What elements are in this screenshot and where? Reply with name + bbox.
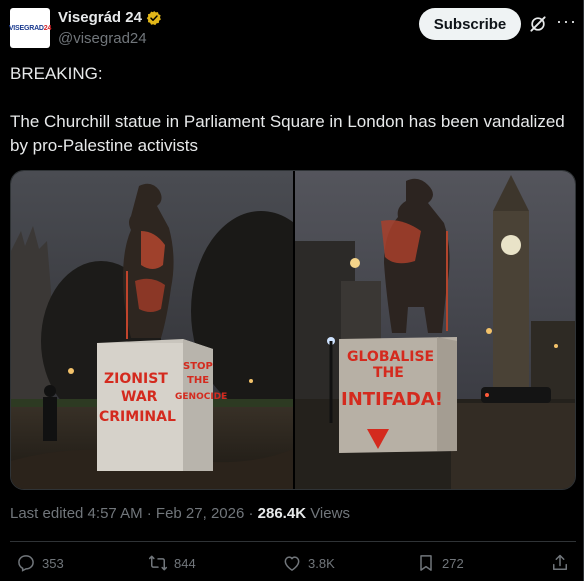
graffiti-intifada: INTIFADA! <box>341 389 443 410</box>
post-media[interactable]: ZIONIST WAR CRIMINAL STOP THE GENOCIDE G… <box>10 170 576 490</box>
display-name-text[interactable]: Visegrád 24 <box>58 9 142 26</box>
avatar-logo: VISEGRAD24 <box>8 24 52 32</box>
reply-button[interactable]: 353 <box>16 553 64 573</box>
views-label: Views <box>306 505 350 522</box>
graffiti-the-right: THE <box>373 365 404 381</box>
verified-badge-icon <box>146 10 161 25</box>
action-bar: 353 844 3.8K 272 <box>0 553 584 579</box>
graffiti-zionist: ZIONIST <box>104 371 168 387</box>
divider <box>10 541 576 542</box>
graffiti-globalise: GLOBALISE <box>347 349 434 365</box>
handle[interactable]: @visegrad24 <box>58 30 147 47</box>
repost-count: 844 <box>174 555 196 571</box>
graffiti-genocide: GENOCIDE <box>175 392 227 402</box>
graffiti-criminal: CRIMINAL <box>99 409 176 425</box>
post-line-body: The Churchill statue in Parliament Squar… <box>10 112 565 155</box>
post-meta: Last edited 4:57 AM · Feb 27, 2026 · 286… <box>10 505 350 522</box>
repost-button[interactable]: 844 <box>148 553 196 573</box>
photo-divider <box>293 171 295 489</box>
bookmark-icon <box>420 555 432 571</box>
edited-timestamp[interactable]: Last edited 4:57 AM · Feb 27, 2026 · <box>10 505 258 522</box>
repost-icon <box>148 555 168 571</box>
subscribe-button[interactable]: Subscribe <box>419 8 521 40</box>
heart-icon <box>284 556 300 571</box>
bookmark-button[interactable]: 272 <box>416 553 464 573</box>
share-icon <box>553 554 567 570</box>
views-count: 286.4K <box>257 505 307 522</box>
graffiti-the: THE <box>187 375 209 386</box>
post-card: VISEGRAD24 Visegrád 24 @visegrad24 Subsc… <box>0 0 584 581</box>
post-text: BREAKING: The Churchill statue in Parlia… <box>10 62 570 158</box>
reply-count: 353 <box>42 555 64 571</box>
right-photo[interactable]: GLOBALISE THE INTIFADA! <box>295 171 576 490</box>
display-name[interactable]: Visegrád 24 <box>58 9 162 26</box>
more-options-icon[interactable]: ··· <box>556 12 576 34</box>
left-photo[interactable]: ZIONIST WAR CRIMINAL STOP THE GENOCIDE <box>11 171 331 490</box>
avatar[interactable]: VISEGRAD24 <box>8 8 52 48</box>
share-button[interactable] <box>550 553 570 573</box>
grok-icon[interactable] <box>528 14 548 34</box>
like-count: 3.8K <box>308 555 335 571</box>
like-button[interactable]: 3.8K <box>282 553 335 573</box>
reply-icon <box>18 555 34 572</box>
graffiti-stop: STOP <box>183 361 213 372</box>
bookmark-count: 272 <box>442 555 464 571</box>
graffiti-war: WAR <box>121 389 158 405</box>
post-line-breaking: BREAKING: <box>10 64 103 83</box>
